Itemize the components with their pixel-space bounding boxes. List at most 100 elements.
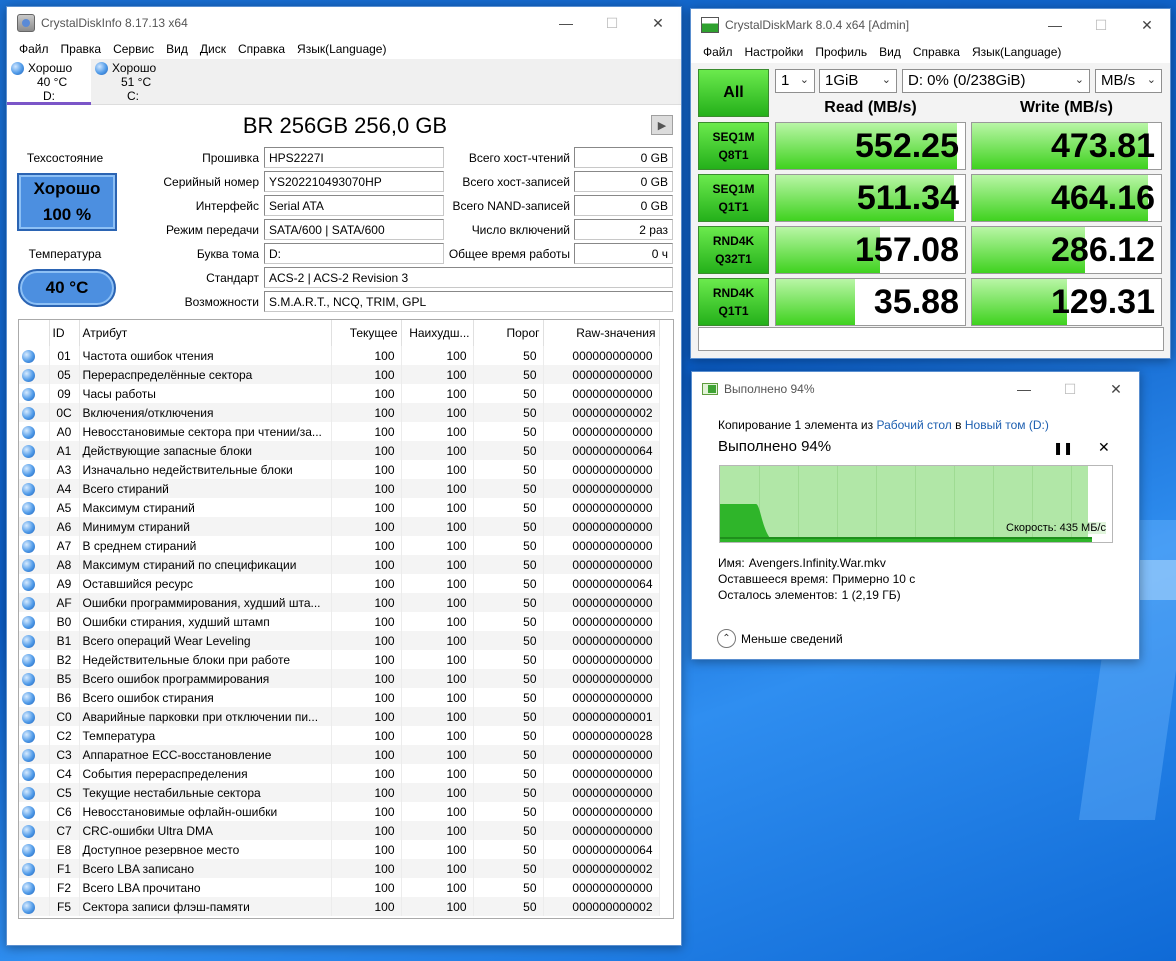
maximize-icon[interactable]: ☐ [589, 7, 635, 39]
test-button-3[interactable]: RND4K Q1T1 [698, 278, 769, 326]
col-threshold[interactable]: Порог [473, 320, 544, 346]
attr-threshold: 50 [473, 707, 544, 726]
test-button-2[interactable]: RND4K Q32T1 [698, 226, 769, 274]
health-status-button[interactable]: Хорошо 100 % [17, 173, 117, 231]
time-remaining-label: Оставшееся время: [718, 572, 829, 586]
fewer-details-label: Меньше сведений [741, 631, 843, 646]
source-link[interactable]: Рабочий стол [876, 418, 951, 432]
menu-help[interactable]: Справка [232, 42, 291, 56]
attr-name: Всего стираний [79, 479, 332, 498]
menu-service[interactable]: Сервис [107, 42, 160, 56]
table-row[interactable]: C0 Аварийные парковки при отключении пи..… [19, 707, 660, 726]
table-row[interactable]: A8 Максимум стираний по спецификации 100 10… [19, 555, 660, 574]
attr-current: 100 [331, 669, 402, 688]
test-size-select[interactable]: 1GiB ⌄ [819, 69, 897, 93]
test-button-0[interactable]: SEQ1M Q8T1 [698, 122, 769, 170]
table-row[interactable]: A1 Действующие запасные блоки 100 100 50 0000… [19, 441, 660, 460]
attr-id: B6 [49, 688, 80, 707]
close-icon[interactable]: ✕ [1093, 373, 1139, 405]
table-row[interactable]: 01 Частота ошибок чтения 100 100 50 000000000… [19, 346, 660, 365]
copy-description: Копирование 1 элемента из Рабочий стол в… [718, 418, 1049, 432]
close-icon[interactable]: ✕ [635, 7, 681, 39]
row-status-cell [19, 802, 50, 821]
table-row[interactable]: C5 Текущие нестабильные сектора 100 100 50 00… [19, 783, 660, 802]
row-status-cell [19, 460, 50, 479]
destination-link[interactable]: Новый том (D:) [965, 418, 1049, 432]
col-attribute[interactable]: Атрибут [79, 320, 332, 346]
fewer-details-button[interactable]: ⌃ Меньше сведений [717, 629, 843, 648]
attr-id: B2 [49, 650, 80, 669]
table-row[interactable]: C3 Аппаратное ECC-восстановление 100 100 50 0… [19, 745, 660, 764]
minimize-icon[interactable]: — [1032, 9, 1078, 41]
drive-select[interactable]: D: 0% (0/238GiB) ⌄ [902, 69, 1090, 93]
table-row[interactable]: B1 Всего операций Wear Leveling 100 100 50 00… [19, 631, 660, 650]
row-status-cell [19, 840, 50, 859]
minimize-icon[interactable]: — [543, 7, 589, 39]
test-count-select[interactable]: 1 ⌄ [775, 69, 815, 93]
drive-tab-c[interactable]: Хорошо 51 °C C: [91, 59, 175, 105]
table-row[interactable]: E8 Доступное резервное место 100 100 50 00000… [19, 840, 660, 859]
menu-profile[interactable]: Профиль [809, 45, 873, 59]
table-row[interactable]: F2 Всего LBA прочитано 100 100 50 00000000000… [19, 878, 660, 897]
menu-view[interactable]: Вид [873, 45, 907, 59]
menu-settings[interactable]: Настройки [739, 45, 810, 59]
menu-language[interactable]: Язык(Language) [966, 45, 1067, 59]
attr-raw: 000000000000 [543, 460, 660, 479]
table-row[interactable]: C6 Невосстановимые офлайн-ошибки 100 100 50 0… [19, 802, 660, 821]
attr-id: 0C [49, 403, 80, 422]
table-row[interactable]: A0 Невосстановимые сектора при чтении/за.… [19, 422, 660, 441]
table-row[interactable]: A4 Всего стираний 100 100 50 000000000000 [19, 479, 660, 498]
comment-input[interactable] [698, 327, 1164, 351]
table-row[interactable]: B5 Всего ошибок программирования 100 100 50 0… [19, 669, 660, 688]
col-status[interactable] [19, 320, 50, 346]
table-row[interactable]: C7 CRC-ошибки Ultra DMA 100 100 50 0000000000… [19, 821, 660, 840]
menu-edit[interactable]: Правка [55, 42, 108, 56]
copy-titlebar[interactable]: Выполнено 94% — ☐ ✕ [692, 372, 1139, 406]
menu-help[interactable]: Справка [907, 45, 966, 59]
menu-view[interactable]: Вид [160, 42, 194, 56]
menu-file[interactable]: Файл [697, 45, 739, 59]
attr-id: F1 [49, 859, 80, 878]
cdm-titlebar[interactable]: CrystalDiskMark 8.0.4 x64 [Admin] — ☐ ✕ [691, 9, 1170, 41]
table-row[interactable]: 05 Перераспределённые сектора 100 100 50 0000… [19, 365, 660, 384]
maximize-icon[interactable]: ☐ [1078, 9, 1124, 41]
table-row[interactable]: C4 События перераспределения 100 100 50 00000… [19, 764, 660, 783]
attr-threshold: 50 [473, 384, 544, 403]
table-row[interactable]: C2 Температура 100 100 50 000000000028 [19, 726, 660, 745]
table-row[interactable]: 0C Включения/отключения 100 100 50 0000000000… [19, 403, 660, 422]
table-row[interactable]: B0 Ошибки стирания, худший штамп 100 100 50 0… [19, 612, 660, 631]
menu-file[interactable]: Файл [13, 42, 55, 56]
col-raw[interactable]: Raw-значения [543, 320, 660, 346]
cancel-icon[interactable]: ✕ [1098, 439, 1110, 456]
table-row[interactable]: A3 Изначально недействительные блоки 100 10… [19, 460, 660, 479]
col-worst[interactable]: Наихудш... [401, 320, 474, 346]
pause-icon[interactable]: ❚❚ [1053, 441, 1073, 455]
maximize-icon[interactable]: ☐ [1047, 373, 1093, 405]
next-drive-button[interactable]: ▶ [651, 115, 673, 135]
table-row[interactable]: F5 Сектора записи флэш-памяти 100 100 50 0000… [19, 897, 660, 916]
row-status-cell [19, 650, 50, 669]
table-row[interactable]: AF Ошибки программирования, худший шта...… [19, 593, 660, 612]
test-button-1[interactable]: SEQ1M Q1T1 [698, 174, 769, 222]
smart-attributes-table[interactable]: ID Атрибут Текущее Наихудш... Порог Raw-… [18, 319, 674, 919]
temperature-value[interactable]: 40 °C [18, 269, 116, 307]
table-row[interactable]: B6 Всего ошибок стирания 100 100 50 000000000… [19, 688, 660, 707]
table-row[interactable]: A9 Оставшийся ресурс 100 100 50 000000000064 [19, 574, 660, 593]
col-id[interactable]: ID [49, 320, 80, 346]
menu-disk[interactable]: Диск [194, 42, 232, 56]
close-icon[interactable]: ✕ [1124, 9, 1170, 41]
minimize-icon[interactable]: — [1001, 373, 1047, 405]
cdi-titlebar[interactable]: CrystalDiskInfo 8.17.13 x64 — ☐ ✕ [7, 7, 681, 39]
table-row[interactable]: A5 Максимум стираний 100 100 50 000000000000 [19, 498, 660, 517]
table-row[interactable]: B2 Недействительные блоки при работе 100 10… [19, 650, 660, 669]
col-current[interactable]: Текущее [331, 320, 402, 346]
table-row[interactable]: A7 В среднем стираний 100 100 50 000000000000 [19, 536, 660, 555]
table-row[interactable]: F1 Всего LBA записано 100 100 50 000000000002 [19, 859, 660, 878]
unit-select[interactable]: MB/s ⌄ [1095, 69, 1162, 93]
run-all-button[interactable]: All [698, 69, 769, 117]
drive-tab-d[interactable]: Хорошо 40 °C D: [7, 59, 91, 105]
table-row[interactable]: 09 Часы работы 100 100 50 000000000000 [19, 384, 660, 403]
menu-language[interactable]: Язык(Language) [291, 42, 392, 56]
write-result-value: 473.81 [1051, 127, 1155, 165]
table-row[interactable]: A6 Минимум стираний 100 100 50 000000000000 [19, 517, 660, 536]
